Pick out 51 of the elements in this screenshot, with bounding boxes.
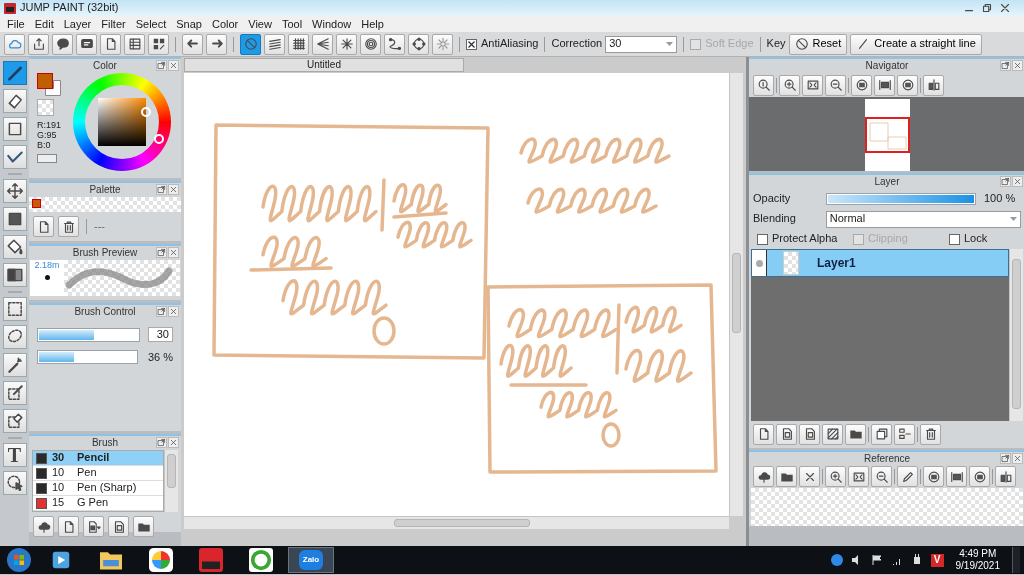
- antivirus-icon[interactable]: V: [930, 553, 944, 567]
- menu-item[interactable]: Edit: [29, 16, 59, 32]
- value-text: 36 %: [146, 350, 173, 364]
- field-label: Blending: [753, 212, 797, 226]
- clock[interactable]: 4:49 PM 9/19/2021: [951, 548, 1004, 572]
- menu-item[interactable]: Window: [307, 16, 357, 32]
- color-value: B:0: [37, 140, 52, 150]
- correction-dropdown[interactable]: 30: [605, 35, 678, 53]
- brush-item[interactable]: 30 Pencil: [33, 451, 163, 466]
- tool-button[interactable]: T: [2, 443, 27, 467]
- menu-item[interactable]: Color: [206, 16, 244, 32]
- palette-set-label: ---: [94, 219, 105, 234]
- window-title: JUMP PAINT (32bit): [20, 1, 119, 15]
- panel-title: Brush Preview: [72, 247, 138, 258]
- field-label: Opacity: [753, 192, 792, 206]
- checkbox-label[interactable]: AntiAliasing: [481, 37, 539, 51]
- menu-item[interactable]: File: [2, 16, 30, 32]
- brush-size-text: 2.18m: [34, 260, 60, 271]
- menu-item[interactable]: View: [243, 16, 277, 32]
- blending-dropdown[interactable]: Normal: [825, 210, 1021, 228]
- key-label: Key: [766, 37, 786, 51]
- value-field[interactable]: 30: [148, 327, 173, 343]
- value-text: 100 %: [984, 192, 1016, 206]
- app-logo: Zalo: [299, 550, 323, 570]
- panel-title: Palette: [89, 184, 121, 195]
- panel-title: Color: [93, 60, 117, 71]
- menu-item[interactable]: Snap: [171, 16, 207, 32]
- toolbar-button[interactable]: Reset: [788, 33, 848, 55]
- checkbox-label[interactable]: Protect Alpha: [772, 232, 838, 246]
- toolbar-button[interactable]: Create a straight line: [850, 33, 982, 55]
- brush-item[interactable]: 10 Pen (Sharp): [33, 481, 163, 496]
- menu-item[interactable]: Filter: [96, 16, 131, 32]
- menu-item[interactable]: Help: [356, 16, 389, 32]
- menu-item[interactable]: Tool: [276, 16, 308, 32]
- panel-title: Navigator: [865, 60, 909, 71]
- menu-item[interactable]: Select: [130, 16, 172, 32]
- panel-title: Brush Control: [74, 306, 136, 317]
- color-value: R:191: [37, 120, 63, 130]
- layer-name[interactable]: Layer1: [817, 255, 856, 271]
- field-label: Correction: [551, 37, 603, 51]
- panel-title: Brush: [91, 437, 119, 448]
- panel-title: Layer: [874, 176, 900, 187]
- brush-item[interactable]: 15 G Pen: [33, 496, 163, 511]
- taskbar-button[interactable]: Zalo: [288, 547, 334, 573]
- document-tab[interactable]: Untitled: [184, 58, 464, 72]
- color-value: G:95: [37, 130, 58, 140]
- menu-item[interactable]: Layer: [58, 16, 97, 32]
- panel-title: Reference: [863, 453, 911, 464]
- layer-row[interactable]: Layer1: [751, 249, 1009, 277]
- brush-item[interactable]: 10 Pen: [33, 466, 163, 481]
- checkbox-label[interactable]: Lock: [964, 232, 988, 246]
